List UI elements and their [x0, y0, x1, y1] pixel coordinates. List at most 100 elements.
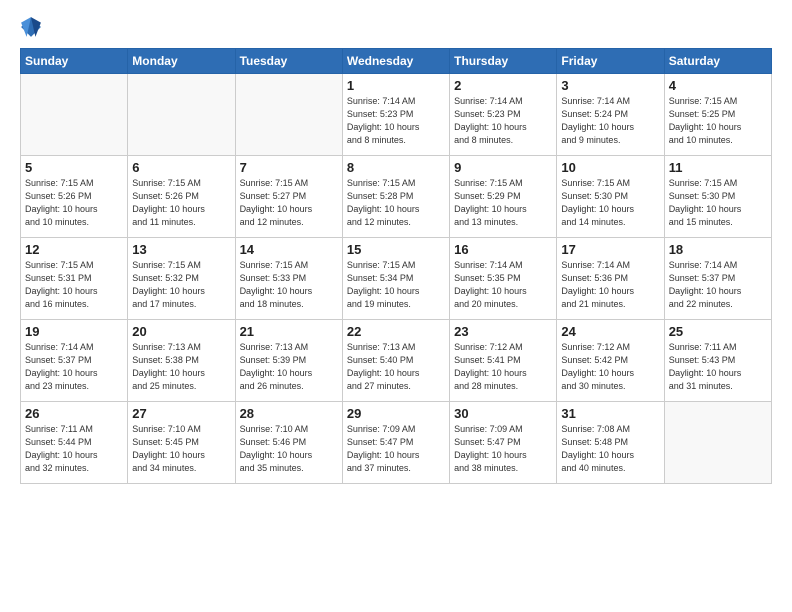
day-info: Sunrise: 7:09 AM Sunset: 5:47 PM Dayligh…	[454, 423, 552, 475]
day-number: 3	[561, 78, 659, 93]
day-number: 19	[25, 324, 123, 339]
calendar: SundayMondayTuesdayWednesdayThursdayFrid…	[20, 48, 772, 484]
weekday-header-monday: Monday	[128, 49, 235, 74]
day-number: 1	[347, 78, 445, 93]
day-info: Sunrise: 7:15 AM Sunset: 5:32 PM Dayligh…	[132, 259, 230, 311]
day-number: 18	[669, 242, 767, 257]
day-number: 20	[132, 324, 230, 339]
day-info: Sunrise: 7:15 AM Sunset: 5:25 PM Dayligh…	[669, 95, 767, 147]
calendar-cell: 15Sunrise: 7:15 AM Sunset: 5:34 PM Dayli…	[342, 238, 449, 320]
calendar-cell: 23Sunrise: 7:12 AM Sunset: 5:41 PM Dayli…	[450, 320, 557, 402]
day-number: 13	[132, 242, 230, 257]
day-info: Sunrise: 7:15 AM Sunset: 5:26 PM Dayligh…	[132, 177, 230, 229]
day-number: 22	[347, 324, 445, 339]
day-info: Sunrise: 7:15 AM Sunset: 5:33 PM Dayligh…	[240, 259, 338, 311]
weekday-header-wednesday: Wednesday	[342, 49, 449, 74]
day-number: 28	[240, 406, 338, 421]
day-info: Sunrise: 7:08 AM Sunset: 5:48 PM Dayligh…	[561, 423, 659, 475]
day-number: 2	[454, 78, 552, 93]
day-info: Sunrise: 7:13 AM Sunset: 5:40 PM Dayligh…	[347, 341, 445, 393]
day-info: Sunrise: 7:13 AM Sunset: 5:38 PM Dayligh…	[132, 341, 230, 393]
day-number: 23	[454, 324, 552, 339]
day-number: 9	[454, 160, 552, 175]
calendar-cell: 31 Sunrise: 7:08 AM Sunset: 5:48 PM Dayli…	[557, 402, 664, 484]
calendar-cell: 29 Sunrise: 7:09 AM Sunset: 5:47 PM Dayli…	[342, 402, 449, 484]
day-number: 16	[454, 242, 552, 257]
weekday-header-saturday: Saturday	[664, 49, 771, 74]
day-number: 15	[347, 242, 445, 257]
day-info: Sunrise: 7:14 AM Sunset: 5:37 PM Dayligh…	[669, 259, 767, 311]
calendar-cell: 4 Sunrise: 7:15 AM Sunset: 5:25 PM Daylig…	[664, 74, 771, 156]
day-number: 4	[669, 78, 767, 93]
day-number: 24	[561, 324, 659, 339]
day-info: Sunrise: 7:14 AM Sunset: 5:36 PM Dayligh…	[561, 259, 659, 311]
logo-icon	[20, 16, 42, 38]
calendar-cell: 5 Sunrise: 7:15 AM Sunset: 5:26 PM Daylig…	[21, 156, 128, 238]
day-number: 29	[347, 406, 445, 421]
calendar-cell: 30 Sunrise: 7:09 AM Sunset: 5:47 PM Dayli…	[450, 402, 557, 484]
day-number: 5	[25, 160, 123, 175]
calendar-cell: 1 Sunrise: 7:14 AM Sunset: 5:23 PM Daylig…	[342, 74, 449, 156]
day-info: Sunrise: 7:14 AM Sunset: 5:24 PM Dayligh…	[561, 95, 659, 147]
day-number: 11	[669, 160, 767, 175]
day-info: Sunrise: 7:14 AM Sunset: 5:37 PM Dayligh…	[25, 341, 123, 393]
day-number: 14	[240, 242, 338, 257]
calendar-cell: 3 Sunrise: 7:14 AM Sunset: 5:24 PM Daylig…	[557, 74, 664, 156]
calendar-cell: 8 Sunrise: 7:15 AM Sunset: 5:28 PM Daylig…	[342, 156, 449, 238]
day-number: 25	[669, 324, 767, 339]
day-number: 12	[25, 242, 123, 257]
logo	[20, 16, 44, 38]
calendar-cell: 17 Sunrise: 7:14 AM Sunset: 5:36 PM Dayli…	[557, 238, 664, 320]
calendar-cell: 14 Sunrise: 7:15 AM Sunset: 5:33 PM Dayli…	[235, 238, 342, 320]
day-number: 17	[561, 242, 659, 257]
calendar-cell: 2 Sunrise: 7:14 AM Sunset: 5:23 PM Daylig…	[450, 74, 557, 156]
day-number: 30	[454, 406, 552, 421]
day-number: 6	[132, 160, 230, 175]
day-info: Sunrise: 7:10 AM Sunset: 5:46 PM Dayligh…	[240, 423, 338, 475]
day-number: 26	[25, 406, 123, 421]
calendar-cell: 27 Sunrise: 7:10 AM Sunset: 5:45 PM Dayli…	[128, 402, 235, 484]
calendar-cell: 12 Sunrise: 7:15 AM Sunset: 5:31 PM Dayli…	[21, 238, 128, 320]
calendar-cell: 22 Sunrise: 7:13 AM Sunset: 5:40 PM Dayli…	[342, 320, 449, 402]
day-info: Sunrise: 7:09 AM Sunset: 5:47 PM Dayligh…	[347, 423, 445, 475]
calendar-cell	[235, 74, 342, 156]
day-info: Sunrise: 7:15 AM Sunset: 5:30 PM Dayligh…	[669, 177, 767, 229]
day-info: Sunrise: 7:11 AM Sunset: 5:44 PM Dayligh…	[25, 423, 123, 475]
day-info: Sunrise: 7:14 AM Sunset: 5:35 PM Dayligh…	[454, 259, 552, 311]
weekday-header-sunday: Sunday	[21, 49, 128, 74]
day-info: Sunrise: 7:15 AM Sunset: 5:30 PM Dayligh…	[561, 177, 659, 229]
calendar-cell: 20 Sunrise: 7:13 AM Sunset: 5:38 PM Dayli…	[128, 320, 235, 402]
day-number: 27	[132, 406, 230, 421]
day-number: 7	[240, 160, 338, 175]
day-info: Sunrise: 7:15 AM Sunset: 5:28 PM Dayligh…	[347, 177, 445, 229]
calendar-cell	[664, 402, 771, 484]
calendar-cell: 11 Sunrise: 7:15 AM Sunset: 5:30 PM Dayli…	[664, 156, 771, 238]
calendar-cell: 7 Sunrise: 7:15 AM Sunset: 5:27 PM Daylig…	[235, 156, 342, 238]
day-info: Sunrise: 7:12 AM Sunset: 5:42 PM Dayligh…	[561, 341, 659, 393]
page-header	[20, 16, 772, 38]
calendar-cell: 26 Sunrise: 7:11 AM Sunset: 5:44 PM Dayli…	[21, 402, 128, 484]
calendar-cell	[128, 74, 235, 156]
calendar-cell: 13 Sunrise: 7:15 AM Sunset: 5:32 PM Dayli…	[128, 238, 235, 320]
calendar-cell: 21 Sunrise: 7:13 AM Sunset: 5:39 PM Dayli…	[235, 320, 342, 402]
day-info: Sunrise: 7:13 AM Sunset: 5:39 PM Dayligh…	[240, 341, 338, 393]
day-info: Sunrise: 7:14 AM Sunset: 5:23 PM Dayligh…	[347, 95, 445, 147]
day-info: Sunrise: 7:10 AM Sunset: 5:45 PM Dayligh…	[132, 423, 230, 475]
calendar-cell	[21, 74, 128, 156]
day-info: Sunrise: 7:15 AM Sunset: 5:29 PM Dayligh…	[454, 177, 552, 229]
calendar-cell: 10 Sunrise: 7:15 AM Sunset: 5:30 PM Dayli…	[557, 156, 664, 238]
day-number: 31	[561, 406, 659, 421]
day-info: Sunrise: 7:11 AM Sunset: 5:43 PM Dayligh…	[669, 341, 767, 393]
day-info: Sunrise: 7:15 AM Sunset: 5:26 PM Dayligh…	[25, 177, 123, 229]
day-info: Sunrise: 7:15 AM Sunset: 5:31 PM Dayligh…	[25, 259, 123, 311]
day-number: 10	[561, 160, 659, 175]
day-info: Sunrise: 7:15 AM Sunset: 5:27 PM Dayligh…	[240, 177, 338, 229]
day-number: 8	[347, 160, 445, 175]
weekday-header-friday: Friday	[557, 49, 664, 74]
calendar-cell: 18 Sunrise: 7:14 AM Sunset: 5:37 PM Dayli…	[664, 238, 771, 320]
day-info: Sunrise: 7:14 AM Sunset: 5:23 PM Dayligh…	[454, 95, 552, 147]
calendar-cell: 24 Sunrise: 7:12 AM Sunset: 5:42 PM Dayli…	[557, 320, 664, 402]
weekday-header-thursday: Thursday	[450, 49, 557, 74]
day-number: 21	[240, 324, 338, 339]
calendar-cell: 28 Sunrise: 7:10 AM Sunset: 5:46 PM Dayli…	[235, 402, 342, 484]
